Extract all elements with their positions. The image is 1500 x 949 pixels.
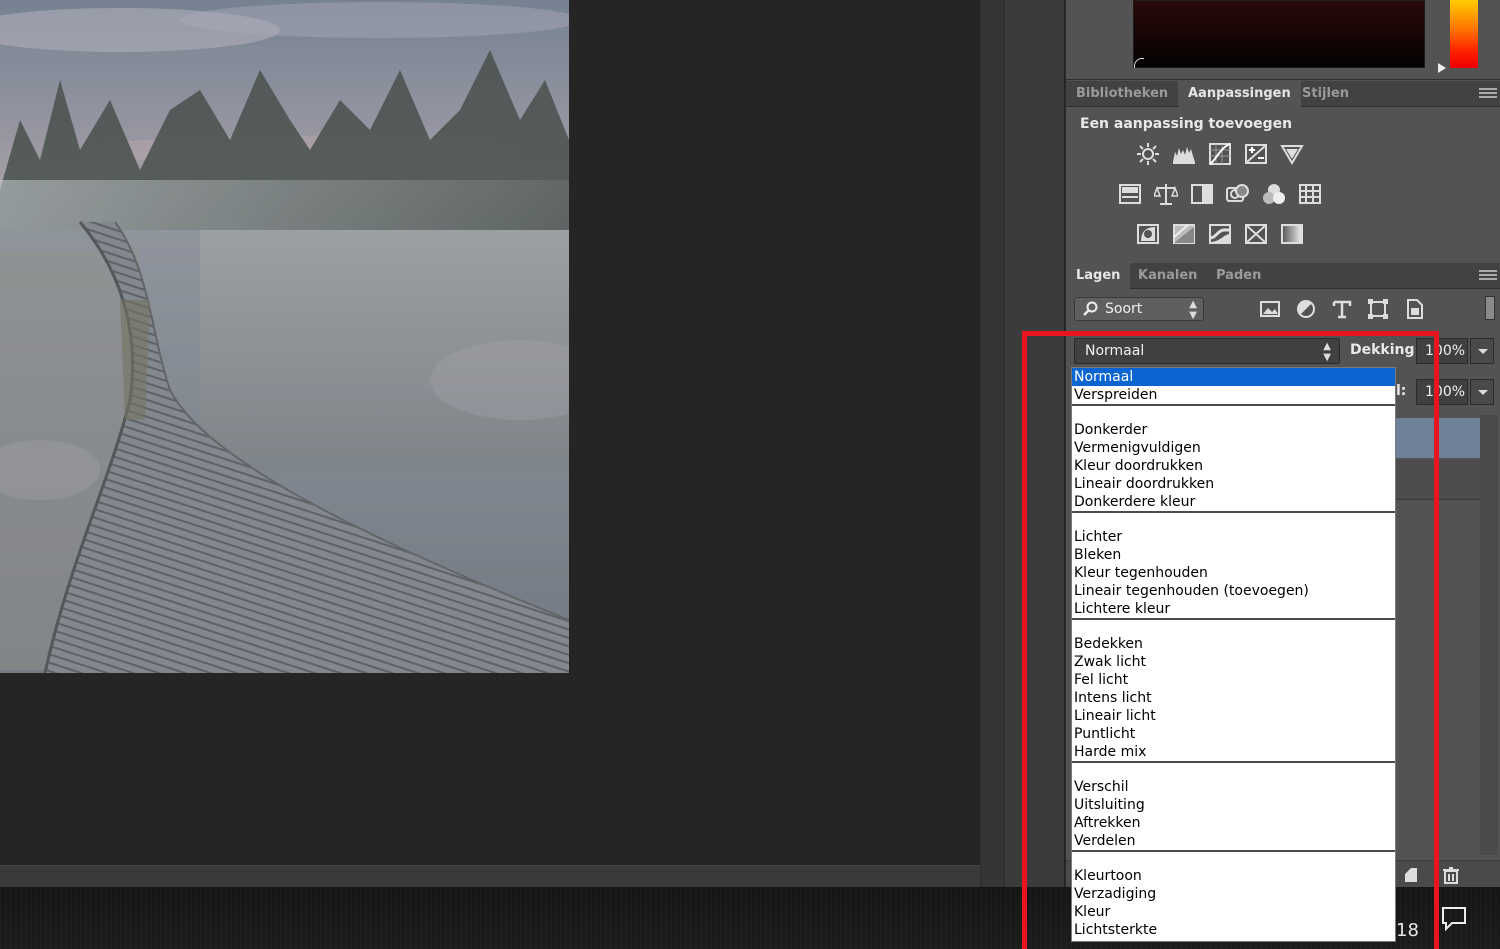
layers-tabbar: Lagen Kanalen Paden (1066, 263, 1500, 289)
posterize-icon[interactable] (1172, 222, 1196, 246)
tab-aanpassingen[interactable]: Aanpassingen (1178, 81, 1301, 107)
black-white-icon[interactable] (1190, 182, 1214, 206)
document-canvas[interactable] (0, 0, 980, 865)
exposure-icon[interactable] (1244, 142, 1268, 166)
tab-lagen[interactable]: Lagen (1066, 263, 1131, 289)
blend-mode-option[interactable]: Lichter (1072, 528, 1395, 546)
levels-icon[interactable] (1172, 142, 1196, 166)
adjustment-filter-icon[interactable] (1295, 298, 1317, 320)
hue-slider-knob[interactable] (1438, 63, 1446, 73)
opacity-slider-button[interactable] (1470, 338, 1494, 364)
image-filter-icon[interactable] (1259, 298, 1281, 320)
dropdown-separator (1072, 511, 1395, 528)
blend-mode-option[interactable]: Lichtsterkte (1072, 921, 1395, 939)
color-field-cursor (1134, 58, 1144, 68)
blend-mode-option[interactable]: Harde mix (1072, 743, 1395, 761)
blend-mode-select[interactable]: Normaal ▲ ▼ (1074, 338, 1340, 364)
blend-mode-option[interactable]: Bleken (1072, 546, 1395, 564)
tab-bibliotheken[interactable]: Bibliotheken (1066, 81, 1178, 107)
dropdown-separator (1072, 761, 1395, 778)
blend-mode-dropdown: Normaal Verspreiden Donkerder Vermenigvuldi… (1071, 367, 1396, 942)
fill-input[interactable]: 100% (1416, 379, 1468, 405)
layers-menu-icon[interactable] (1479, 270, 1497, 282)
notification-icon[interactable] (1440, 905, 1468, 932)
color-picker-panel (1066, 0, 1500, 80)
filter-kind-select[interactable]: Soort ▲ ▼ (1074, 297, 1204, 321)
blend-mode-option[interactable]: Lichtere kleur (1072, 600, 1395, 618)
tab-kanalen[interactable]: Kanalen (1128, 263, 1207, 289)
horizontal-scrollbar[interactable] (0, 865, 980, 887)
panel-menu-icon[interactable] (1479, 88, 1497, 100)
opacity-input[interactable]: 100% (1416, 338, 1468, 364)
blend-mode-option[interactable]: Aftrekken (1072, 814, 1395, 832)
chevron-updown-icon: ▲ ▼ (1189, 299, 1197, 321)
panel-gutter (1004, 0, 1064, 887)
blend-mode-option[interactable]: Puntlicht (1072, 725, 1395, 743)
blend-mode-option[interactable]: Zwak licht (1072, 653, 1395, 671)
vertical-scrollbar[interactable] (980, 0, 1004, 887)
selective-color-icon[interactable] (1244, 222, 1268, 246)
hue-slider[interactable] (1450, 0, 1478, 68)
blend-mode-option[interactable]: Lineair doordrukken (1072, 475, 1395, 493)
blend-mode-option[interactable]: Donkerder (1072, 421, 1395, 439)
gradient-map-icon[interactable] (1280, 222, 1304, 246)
vibrance-icon[interactable] (1280, 142, 1304, 166)
taskbar-clock: 18 (1396, 920, 1419, 941)
dropdown-separator (1072, 850, 1395, 867)
layer-filter-toolbar: Soort ▲ ▼ (1066, 290, 1500, 328)
blend-mode-option[interactable]: Verschil (1072, 778, 1395, 796)
blend-mode-option[interactable]: Intens licht (1072, 689, 1395, 707)
blend-mode-option[interactable]: Kleur doordrukken (1072, 457, 1395, 475)
tab-paden[interactable]: Paden (1206, 263, 1271, 289)
blend-mode-option[interactable]: Normaal (1072, 368, 1395, 386)
adjustments-tabbar: Bibliotheken Aanpassingen Stijlen (1066, 81, 1500, 107)
blend-mode-option[interactable]: Kleurtoon (1072, 867, 1395, 885)
color-field[interactable] (1133, 0, 1425, 68)
threshold-icon[interactable] (1208, 222, 1232, 246)
opacity-label: Dekking: (1350, 342, 1421, 358)
color-balance-icon[interactable] (1152, 182, 1180, 206)
layers-scrollbar[interactable] (1480, 415, 1498, 855)
blend-mode-option[interactable]: Donkerdere kleur (1072, 493, 1395, 511)
blend-mode-option[interactable]: Kleur (1072, 903, 1395, 921)
blend-mode-option[interactable]: Vermenigvuldigen (1072, 439, 1395, 457)
photo-filter-icon[interactable] (1226, 182, 1250, 206)
new-layer-icon[interactable] (1402, 866, 1420, 884)
blend-mode-option[interactable]: Verdelen (1072, 832, 1395, 850)
blend-mode-option[interactable]: Kleur tegenhouden (1072, 564, 1395, 582)
smart-object-filter-icon[interactable] (1403, 298, 1425, 320)
blend-mode-option[interactable]: Lineair licht (1072, 707, 1395, 725)
filter-toggle-switch[interactable] (1485, 296, 1495, 320)
channel-mixer-icon[interactable] (1262, 182, 1286, 206)
tab-stijlen[interactable]: Stijlen (1292, 81, 1359, 107)
filter-kind-label: Soort (1105, 301, 1143, 317)
adjustments-heading: Een aanpassing toevoegen (1080, 116, 1293, 132)
type-filter-icon[interactable] (1331, 298, 1353, 320)
blend-mode-option[interactable]: Bedekken (1072, 635, 1395, 653)
blend-mode-option[interactable]: Verspreiden (1072, 386, 1395, 404)
shape-filter-icon[interactable] (1367, 298, 1389, 320)
hue-saturation-icon[interactable] (1118, 182, 1142, 206)
dropdown-separator (1072, 404, 1395, 421)
brightness-contrast-icon[interactable] (1136, 142, 1160, 166)
blend-mode-option[interactable]: Uitsluiting (1072, 796, 1395, 814)
blend-mode-value: Normaal (1085, 343, 1145, 359)
blend-mode-option[interactable]: Verzadiging (1072, 885, 1395, 903)
trash-icon[interactable] (1442, 866, 1460, 884)
blend-mode-option[interactable]: Fel licht (1072, 671, 1395, 689)
dropdown-separator (1072, 618, 1395, 635)
invert-icon[interactable] (1136, 222, 1160, 246)
curves-icon[interactable] (1208, 142, 1232, 166)
misty-boardwalk-photo[interactable] (0, 0, 569, 673)
blend-mode-option[interactable]: Lineair tegenhouden (toevoegen) (1072, 582, 1395, 600)
fill-slider-button[interactable] (1470, 379, 1494, 405)
search-icon (1083, 301, 1099, 317)
fill-label: l: (1396, 383, 1407, 399)
chevron-updown-icon: ▲ ▼ (1323, 341, 1331, 363)
color-lookup-icon[interactable] (1298, 182, 1322, 206)
